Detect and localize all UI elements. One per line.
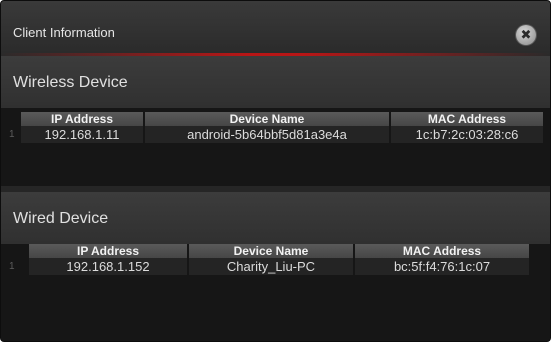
row-number: 1 [9,129,15,140]
mac-address-cell: 1c:b7:2c:03:28:c6 [391,126,545,143]
table-row[interactable]: 1 192.168.1.11 android-5b64bbf5d81a3e4a … [9,126,545,143]
row-number-header [9,244,29,258]
wireless-device-table: IP Address Device Name MAC Address 1 192… [9,112,545,143]
column-header-ip[interactable]: IP Address [29,244,189,258]
table-row[interactable]: 1 192.168.1.152 Charity_Liu-PC bc:5f:f4:… [9,258,531,275]
column-header-ip[interactable]: IP Address [21,112,145,126]
mac-address-cell: bc:5f:f4:76:1c:07 [355,258,531,275]
device-name-cell: android-5b64bbf5d81a3e4a [145,126,391,143]
wireless-section-title: Wireless Device [13,74,128,91]
close-button[interactable]: ✖ [516,25,536,45]
row-number: 1 [9,261,15,272]
wired-section-header: Wired Device [1,192,550,244]
title-bar: Client Information ✖ [1,1,550,56]
client-information-dialog: Client Information ✖ Wireless Device IP … [0,0,551,342]
wireless-section-header: Wireless Device [1,56,550,108]
wired-device-section: Wired Device IP Address Device Name MAC … [1,192,550,341]
column-header-device-name[interactable]: Device Name [189,244,355,258]
ip-address-cell: 192.168.1.11 [21,126,145,143]
column-header-device-name[interactable]: Device Name [145,112,391,126]
table-header-row: IP Address Device Name MAC Address [9,244,531,258]
wired-table-area: IP Address Device Name MAC Address 1 192… [1,244,550,341]
wired-section-title: Wired Device [13,210,109,227]
device-name-cell: Charity_Liu-PC [189,258,355,275]
wireless-device-section: Wireless Device IP Address Device Name M… [1,56,550,186]
row-number-header [9,112,21,126]
close-icon: ✖ [520,27,532,42]
column-header-mac[interactable]: MAC Address [355,244,531,258]
wired-device-table: IP Address Device Name MAC Address 1 192… [9,244,531,275]
wireless-table-area: IP Address Device Name MAC Address 1 192… [1,108,550,186]
table-header-row: IP Address Device Name MAC Address [9,112,545,126]
ip-address-cell: 192.168.1.152 [29,258,189,275]
dialog-title: Client Information [13,25,115,40]
column-header-mac[interactable]: MAC Address [391,112,545,126]
